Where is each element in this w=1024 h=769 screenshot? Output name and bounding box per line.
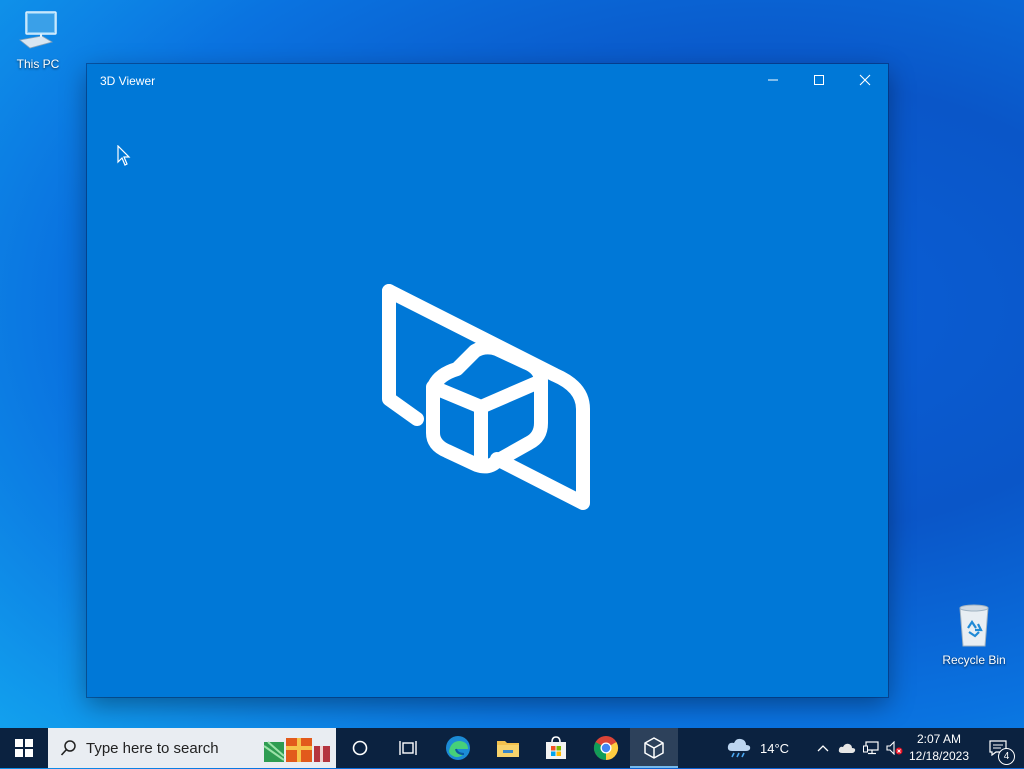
minimize-button[interactable] xyxy=(750,64,796,96)
maximize-button[interactable] xyxy=(796,64,842,96)
start-button[interactable] xyxy=(0,728,48,768)
title-bar[interactable]: 3D Viewer xyxy=(87,64,888,96)
network-tray-button[interactable] xyxy=(860,728,882,768)
weather-widget[interactable]: 14°C xyxy=(726,728,789,768)
clock-time: 2:07 AM xyxy=(916,732,962,746)
file-explorer-icon xyxy=(497,741,519,757)
edge-icon xyxy=(446,736,470,760)
3d-viewer-icon xyxy=(644,737,664,759)
edge-taskbar-button[interactable] xyxy=(434,728,482,768)
show-hidden-icons-button[interactable] xyxy=(812,728,834,768)
start-icon xyxy=(15,739,33,757)
task-view-button[interactable] xyxy=(384,728,432,768)
file-explorer-taskbar-button[interactable] xyxy=(484,728,532,768)
task-view-icon xyxy=(399,741,417,755)
system-clock[interactable]: 2:07 AM 12/18/2023 xyxy=(906,731,972,765)
onedrive-tray-button[interactable] xyxy=(836,728,858,768)
desktop-icon-label: Recycle Bin xyxy=(942,653,1006,667)
app-window-3d-viewer: 3D Viewer xyxy=(87,64,888,697)
taskbar: Type here to search 14°C 2:07 AM 12/18/2… xyxy=(0,728,1024,768)
chrome-taskbar-button[interactable] xyxy=(582,728,630,768)
close-button[interactable] xyxy=(842,64,888,96)
action-center-button[interactable]: 4 xyxy=(978,728,1018,768)
network-icon xyxy=(863,741,879,755)
rain-cloud-icon xyxy=(727,738,751,758)
3d-viewer-logo xyxy=(382,284,590,510)
weather-temperature: 14°C xyxy=(760,740,790,756)
close-icon xyxy=(859,74,871,86)
microsoft-store-icon xyxy=(546,736,566,759)
chevron-up-icon xyxy=(817,745,829,752)
onedrive-icon xyxy=(838,743,856,753)
3d-viewer-taskbar-button[interactable] xyxy=(630,728,678,768)
search-icon xyxy=(60,739,78,757)
clock-date: 12/18/2023 xyxy=(908,749,970,763)
mouse-cursor-icon xyxy=(117,145,131,166)
maximize-icon xyxy=(814,75,824,85)
window-title: 3D Viewer xyxy=(100,74,156,88)
desktop-icon-label: This PC xyxy=(16,57,60,71)
recycle-bin-icon xyxy=(959,604,989,647)
volume-muted-icon xyxy=(886,741,903,755)
cortana-icon xyxy=(352,740,368,756)
computer-icon xyxy=(19,11,57,49)
desktop-icon-this-pc[interactable]: This PC xyxy=(2,10,74,71)
search-box[interactable]: Type here to search xyxy=(48,728,336,768)
minimize-icon xyxy=(768,79,778,81)
cortana-button[interactable] xyxy=(336,728,384,768)
chrome-icon xyxy=(593,736,619,760)
volume-tray-button[interactable] xyxy=(884,728,906,768)
microsoft-store-taskbar-button[interactable] xyxy=(532,728,580,768)
gift-promo-icon[interactable] xyxy=(262,732,332,769)
search-placeholder: Type here to search xyxy=(86,739,219,757)
desktop-icon-recycle-bin[interactable]: Recycle Bin xyxy=(938,602,1010,667)
notification-count-badge: 4 xyxy=(998,748,1015,765)
